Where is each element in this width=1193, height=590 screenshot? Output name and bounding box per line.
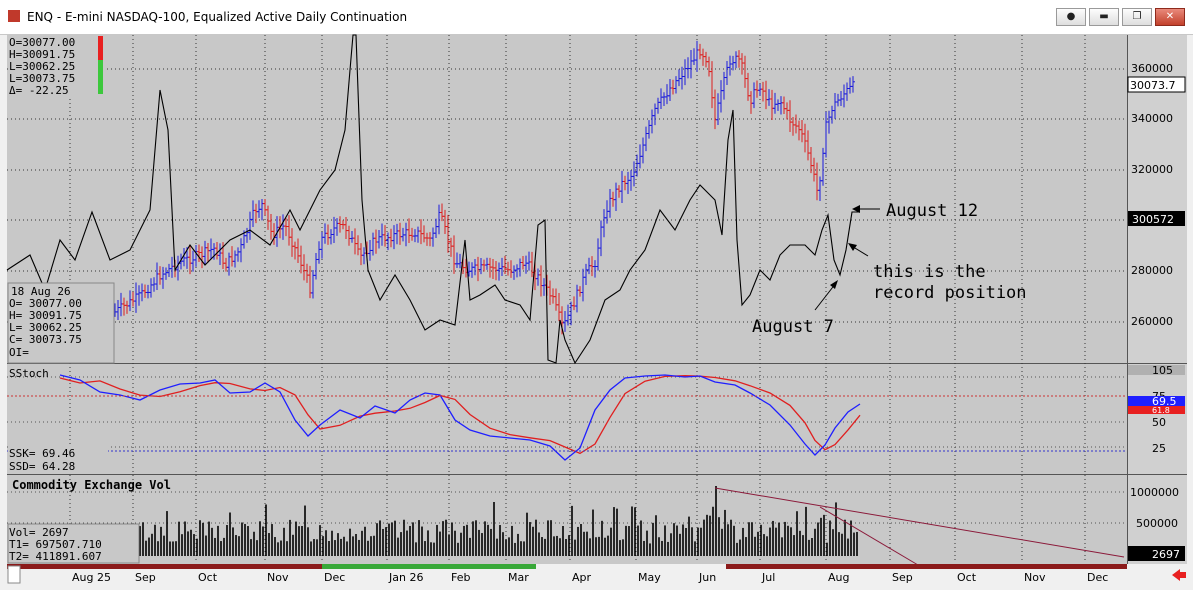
month-label: Jan 26: [388, 571, 423, 584]
scroll-thumb[interactable]: [7, 565, 21, 584]
vol-tick-1000000: 1000000: [1130, 486, 1179, 499]
stoch-panel: [7, 364, 1127, 474]
ytick-320000: 320000: [1131, 163, 1173, 176]
month-label: Jun: [698, 571, 716, 584]
month-label: Oct: [957, 571, 977, 584]
scroll-right-arrow-icon[interactable]: [1172, 569, 1186, 581]
data-window-oi: OI=: [9, 346, 29, 359]
ohlc-green-bar: [98, 60, 103, 94]
ohlc-red-bar: [98, 36, 103, 60]
annotation-aug12: August 12: [886, 201, 978, 221]
month-label: Oct: [198, 571, 218, 584]
stoch-ssk: SSK= 69.46: [9, 447, 75, 460]
ytick-360000: 360000: [1131, 62, 1173, 75]
month-label: Mar: [508, 571, 529, 584]
stoch-tick-50: 50: [1152, 416, 1166, 429]
ytick-280000: 280000: [1131, 264, 1173, 277]
annotation-record-line2: record position: [873, 283, 1027, 303]
ytick-260000: 260000: [1131, 315, 1173, 328]
annotation-aug7: August 7: [752, 317, 834, 337]
month-label: Aug 25: [72, 571, 111, 584]
stoch-red-value: 61.8: [1152, 406, 1170, 415]
month-label: Jul: [761, 571, 775, 584]
month-label: May: [638, 571, 661, 584]
volume-t2: T2= 411891.607: [9, 550, 102, 563]
month-label: Sep: [135, 571, 156, 584]
month-label: Dec: [1087, 571, 1108, 584]
session-strip-light: [536, 564, 726, 569]
vol-last-value: 2697: [1152, 548, 1180, 561]
session-strip-green: [322, 564, 536, 569]
month-label: Dec: [324, 571, 345, 584]
line-value-label: 300572: [1132, 213, 1174, 226]
annotation-record-line1: this is the: [873, 262, 986, 282]
vol-tick-500000: 500000: [1136, 517, 1178, 530]
volume-title: Commodity Exchange Vol: [12, 478, 171, 492]
stoch-title: SStoch: [9, 367, 49, 380]
ytick-340000: 340000: [1131, 112, 1173, 125]
month-label: Sep: [892, 571, 913, 584]
month-label: Nov: [1024, 571, 1046, 584]
stoch-tick-25: 25: [1152, 442, 1166, 455]
month-label: Nov: [267, 571, 289, 584]
month-label: Feb: [451, 571, 470, 584]
stoch-ssd: SSD= 64.28: [9, 460, 75, 473]
month-label: Aug: [828, 571, 849, 584]
data-window-close: C= 30073.75: [9, 333, 82, 346]
chart-canvas: 360000 340000 320000 280000 260000 30073…: [6, 34, 1187, 584]
stoch-tick-105: 105: [1152, 364, 1173, 377]
price-panel: [7, 35, 1127, 363]
last-price-label: 30073.7: [1130, 79, 1176, 92]
ohlc-delta: Δ= -22.25: [9, 84, 69, 97]
volume-panel: [7, 475, 1127, 564]
month-label: Apr: [572, 571, 592, 584]
